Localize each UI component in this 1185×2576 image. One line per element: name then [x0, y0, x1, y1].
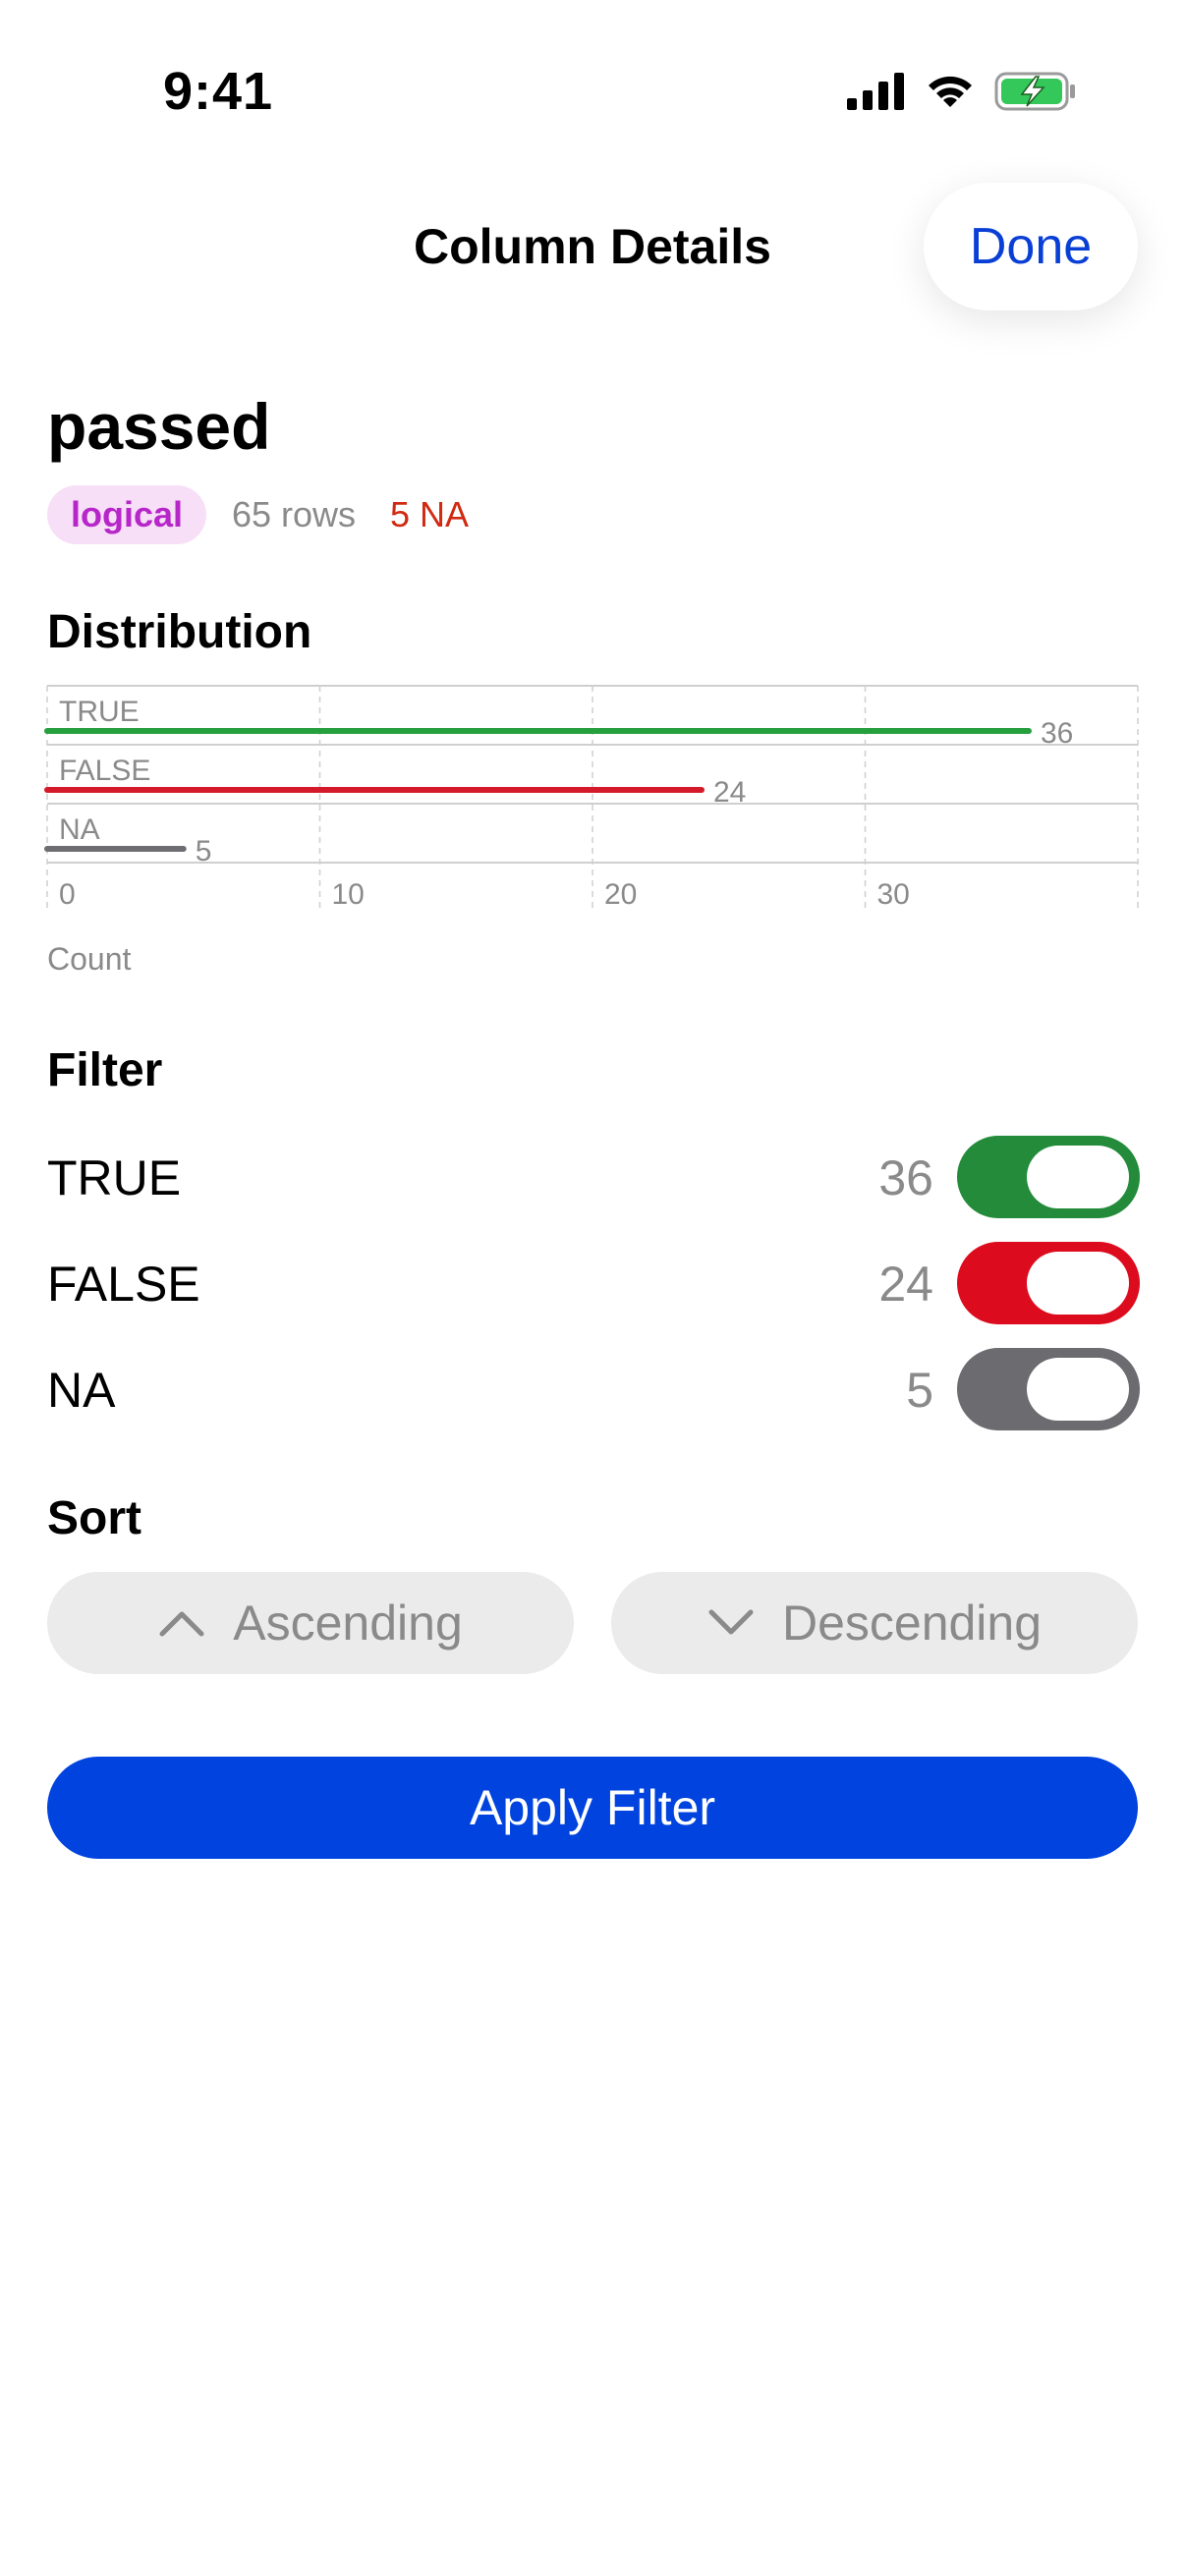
filter-label-true: TRUE	[47, 1150, 182, 1205]
sort-descending-button[interactable]: Descending	[611, 1572, 1138, 1674]
toggle-knob	[1027, 1358, 1129, 1421]
bar-category-label: FALSE	[59, 755, 150, 787]
done-button[interactable]: Done	[924, 183, 1138, 310]
toggle-knob	[1027, 1252, 1129, 1315]
filter-count-false: 24	[878, 1257, 933, 1312]
filter-label-false: FALSE	[47, 1257, 200, 1312]
bar-value-label: 5	[196, 835, 212, 868]
x-tick-label: 20	[604, 878, 637, 911]
status-time: 9:41	[163, 62, 274, 121]
bar-category-label: TRUE	[59, 696, 140, 728]
filter-toggle-false[interactable]	[957, 1242, 1140, 1324]
na-count: 5 NA	[390, 494, 470, 534]
sort-descending-label: Descending	[781, 1596, 1043, 1651]
chevron-up-icon	[159, 1611, 204, 1637]
status-icons	[847, 71, 1077, 112]
sort-ascending-label: Ascending	[233, 1596, 463, 1651]
distribution-title: Distribution	[47, 606, 312, 658]
filter-toggle-na[interactable]	[957, 1348, 1140, 1430]
x-tick-label: 10	[332, 878, 365, 911]
column-name: passed	[47, 390, 271, 463]
filter-toggle-true[interactable]	[957, 1136, 1140, 1218]
bar-value-label: 36	[1041, 717, 1073, 750]
wifi-icon	[929, 76, 972, 107]
filter-count-true: 36	[878, 1150, 933, 1205]
distribution-chart: TRUE 36 FALSE 24 NA 5 0 10 20 30	[44, 685, 1139, 912]
cellular-signal-icon	[847, 73, 904, 110]
sort-ascending-button[interactable]: Ascending	[47, 1572, 574, 1674]
bar-value-label: 24	[713, 776, 746, 809]
type-badge: logical	[47, 485, 207, 544]
row-count: 65 rows	[232, 494, 357, 534]
x-tick-label: 30	[877, 878, 910, 911]
chart-axis-label: Count	[47, 941, 132, 977]
filter-label-na: NA	[47, 1363, 116, 1418]
bar-category-label: NA	[59, 813, 100, 846]
sort-title: Sort	[47, 1492, 141, 1544]
filter-title: Filter	[47, 1044, 163, 1096]
apply-filter-button[interactable]: Apply Filter	[47, 1757, 1138, 1859]
chevron-down-icon	[708, 1609, 754, 1635]
battery-charging-icon	[994, 72, 1075, 111]
toggle-knob	[1027, 1146, 1129, 1208]
x-tick-label: 0	[59, 878, 76, 911]
filter-count-na: 5	[906, 1363, 933, 1418]
